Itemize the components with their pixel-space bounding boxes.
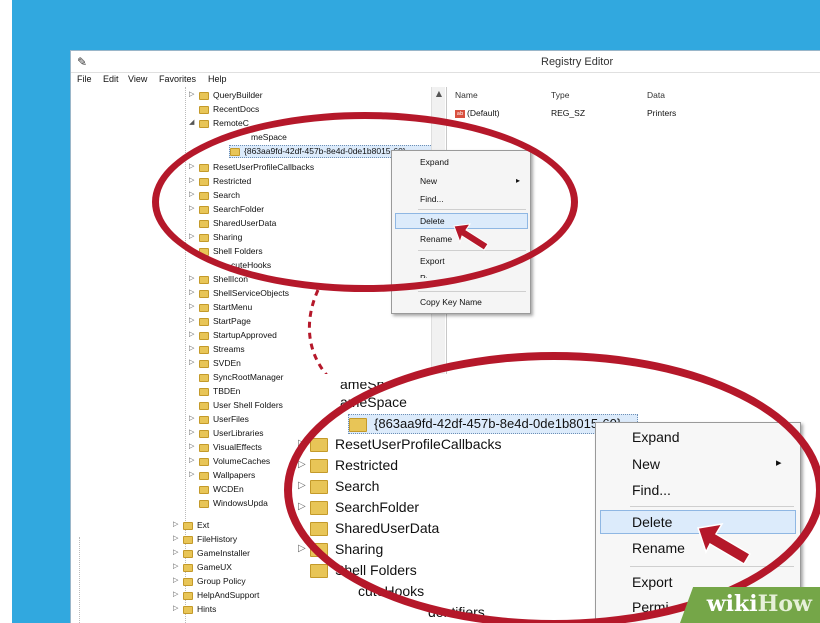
zoom-highlight-ring (284, 352, 820, 623)
wikihow-logo-how: How (757, 591, 812, 617)
wikihow-logo-wiki: wiki (706, 591, 758, 617)
wikihow-logo: wikiHow (707, 591, 812, 617)
folder-icon (310, 564, 328, 579)
